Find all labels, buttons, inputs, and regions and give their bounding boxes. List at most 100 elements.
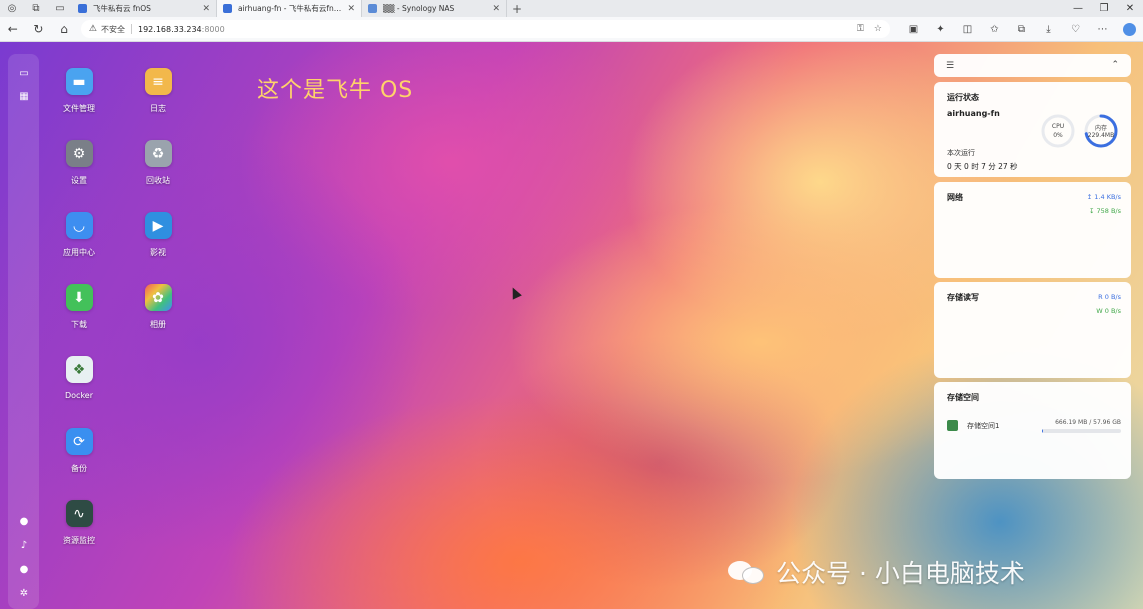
volume-usage-bar: [1042, 429, 1121, 433]
close-window-icon[interactable]: ✕: [1117, 0, 1143, 17]
user-icon[interactable]: ●: [17, 562, 31, 576]
key-icon[interactable]: ⚿: [857, 24, 864, 34]
memory-value: 229.4MB: [1087, 132, 1115, 139]
widget-title: 存储读写: [947, 293, 979, 302]
widget-title: 存储空间: [947, 393, 979, 402]
docker-icon: ❖: [65, 356, 93, 383]
favorites-icon[interactable]: ✩: [981, 23, 1008, 36]
app-label: 回收站: [146, 176, 170, 185]
write-rate: W 0 B/s: [1096, 307, 1121, 315]
app-label: 应用中心: [63, 248, 95, 257]
widget-title: 运行状态: [947, 93, 979, 102]
widgets-icon[interactable]: ▦: [17, 89, 31, 103]
app-label: 下载: [71, 320, 87, 329]
refresh-icon[interactable]: ↻: [26, 17, 52, 42]
app-video[interactable]: ▶ 影视: [128, 212, 188, 258]
fnos-favicon-icon: [223, 4, 232, 13]
close-tab-icon[interactable]: ✕: [492, 4, 500, 14]
close-tab-icon[interactable]: ✕: [202, 4, 210, 14]
cpu-label: CPU: [1051, 123, 1065, 130]
minimize-icon[interactable]: —: [1065, 0, 1091, 17]
restore-icon[interactable]: ❐: [1091, 0, 1117, 17]
app-store[interactable]: ◡ 应用中心: [49, 212, 109, 258]
help-icon[interactable]: ●: [17, 514, 31, 528]
widget-settings-icon[interactable]: ☰: [946, 61, 954, 71]
app-docker[interactable]: ❖ Docker: [49, 356, 109, 400]
address-bar[interactable]: ⚠ 不安全 192.168.33.234:8000 ⚿ ☆: [80, 20, 890, 38]
status-widget[interactable]: 运行状态 airhuang-fn CPU 0% 内存 229.4MB 本次运行 …: [934, 82, 1131, 177]
split-screen-icon[interactable]: ◫: [954, 23, 981, 36]
mouse-cursor-icon: [508, 285, 522, 300]
settings-icon[interactable]: ✲: [17, 586, 31, 600]
bell-icon[interactable]: ♪: [17, 538, 31, 552]
divider: [131, 24, 132, 34]
app-resource-monitor[interactable]: ∿ 资源监控: [49, 500, 109, 546]
app-settings[interactable]: ⚙ 设置: [49, 140, 109, 186]
uptime-value: 0 天 0 时 7 分 27 秒: [947, 162, 1018, 171]
network-widget[interactable]: 网络 ↥ 1.4 KB/s ↧ 758 B/s: [934, 182, 1131, 278]
folder-icon: ▬: [65, 68, 93, 95]
copilot-icon[interactable]: [1116, 22, 1143, 36]
uptime-label: 本次运行: [947, 149, 975, 157]
upload-rate: ↥ 1.4 KB/s: [1086, 193, 1121, 201]
volume-name: 存储空间1: [967, 422, 1000, 430]
app-file-manager[interactable]: ▬ 文件管理: [49, 68, 109, 114]
close-tab-icon[interactable]: ✕: [347, 4, 355, 14]
new-tab-button[interactable]: +: [507, 0, 527, 17]
store-icon: ◡: [65, 212, 93, 239]
extension-folder-icon[interactable]: ▣: [900, 23, 927, 36]
browser-toolbar: ← ↻ ⌂ ⚠ 不安全 192.168.33.234:8000 ⚿ ☆ ▣ ✦ …: [0, 17, 1143, 42]
read-rate: R 0 B/s: [1098, 293, 1121, 301]
widget-title: 网络: [947, 193, 963, 202]
wechat-logo-icon: [728, 559, 766, 585]
tab-airhuang-fn[interactable]: airhuang-fn - 飞牛私有云fnOS ✕: [217, 0, 362, 17]
tab-title: ▒▒ - Synology NAS: [383, 4, 455, 13]
left-dock: ▭ ▦ ● ♪ ● ✲: [8, 54, 39, 609]
fnos-desktop: ▭ ▦ ● ♪ ● ✲ ▬ 文件管理 ≡ 日志 ⚙ 设置 ♻ 回收站 ◡ 应用中…: [0, 42, 1143, 609]
app-recycle-bin[interactable]: ♻ 回收站: [128, 140, 188, 186]
wechat-watermark: 公众号 · 小白电脑技术: [728, 554, 1025, 590]
volume-usage-fill: [1042, 429, 1043, 433]
profile-icon[interactable]: ◎: [0, 0, 24, 17]
tab-synology[interactable]: ▒▒ - Synology NAS ✕: [362, 0, 507, 17]
storage-volume-row[interactable]: 存储空间1 666.19 MB / 57.96 GB: [947, 419, 1121, 439]
app-label: 资源监控: [63, 536, 95, 545]
tab-fnos[interactable]: 飞牛私有云 fnOS ✕: [72, 0, 217, 17]
backup-icon: ⟳: [65, 428, 93, 455]
home-icon[interactable]: ⌂: [51, 17, 77, 42]
address-bar-actions: ⚿ ☆: [857, 24, 882, 34]
desktop-icon[interactable]: ▭: [17, 66, 31, 80]
app-label: 日志: [150, 104, 166, 113]
star-icon[interactable]: ☆: [874, 24, 882, 34]
app-label: 备份: [71, 464, 87, 473]
collapse-icon[interactable]: ⌃: [1111, 60, 1119, 70]
app-photos[interactable]: ✿ 相册: [128, 284, 188, 330]
collections-icon[interactable]: ⧉: [1008, 23, 1035, 36]
security-label: 不安全: [101, 24, 125, 34]
monitor-icon: ∿: [65, 500, 93, 527]
extension-puzzle-icon[interactable]: ✦: [927, 23, 954, 36]
more-icon[interactable]: ⋯: [1089, 23, 1116, 36]
tab-title: 飞牛私有云 fnOS: [93, 4, 151, 13]
recycle-icon: ♻: [144, 140, 172, 167]
warning-icon[interactable]: ⚠: [89, 24, 97, 34]
browser-essentials-icon[interactable]: ♡: [1062, 23, 1089, 36]
workspaces-icon[interactable]: ⧉: [24, 0, 48, 17]
app-label: 相册: [150, 320, 166, 329]
app-backup[interactable]: ⟳ 备份: [49, 428, 109, 474]
widget-panel-header: ☰ ⌃: [934, 54, 1131, 77]
photos-icon: ✿: [144, 284, 172, 311]
watermark-text: 公众号 · 小白电脑技术: [776, 559, 1025, 588]
app-label: 文件管理: [63, 104, 95, 113]
storage-space-widget[interactable]: 存储空间 存储空间1 666.19 MB / 57.96 GB: [934, 382, 1131, 479]
back-icon[interactable]: ←: [0, 17, 26, 42]
app-download[interactable]: ⬇ 下载: [49, 284, 109, 330]
download-icon: ⬇: [65, 284, 93, 311]
download-icon[interactable]: ⤓: [1035, 23, 1062, 36]
synology-favicon-icon: [368, 4, 377, 13]
tab-actions-icon[interactable]: ▭: [48, 0, 72, 17]
storage-io-widget[interactable]: 存储读写 R 0 B/s W 0 B/s: [934, 282, 1131, 378]
app-log[interactable]: ≡ 日志: [128, 68, 188, 114]
app-label: 设置: [71, 176, 87, 185]
fnos-favicon-icon: [78, 4, 87, 13]
